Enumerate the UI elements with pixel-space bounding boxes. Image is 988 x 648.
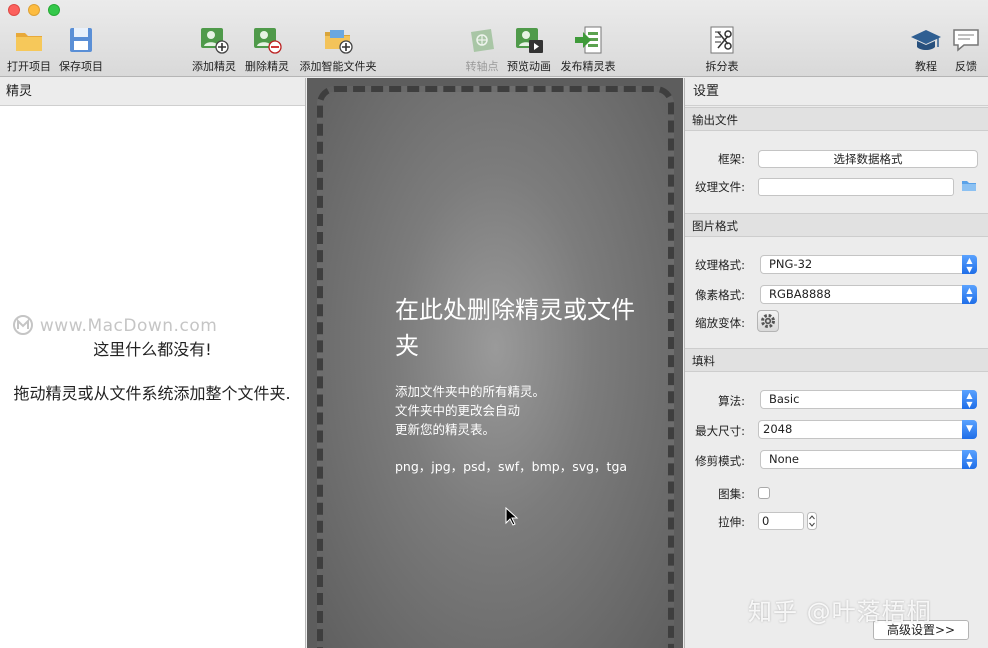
select-arrows-icon: ▲ ▼ — [962, 450, 977, 469]
chevron-down-icon: ▼ — [962, 420, 977, 439]
pivot-icon — [471, 29, 494, 52]
save-project-label: 保存项目 — [59, 60, 103, 73]
remove-sprite-icon — [254, 28, 282, 54]
folder-icon — [16, 33, 42, 51]
watermark-text: www.MacDown.com — [39, 316, 218, 336]
drop-zone-desc-line3: 更新您的精灵表。 — [395, 422, 496, 437]
tutorial-button[interactable]: 教程 — [908, 24, 944, 74]
preview-animation-label: 预览动画 — [507, 60, 551, 73]
mouse-cursor-icon — [505, 507, 519, 526]
smart-folder-icon — [325, 30, 353, 54]
algorithm-label: 算法: — [718, 394, 745, 408]
stretch-label: 拉伸: — [718, 515, 745, 529]
add-sprite-label: 添加精灵 — [192, 60, 236, 73]
zhihu-watermark: 知乎 @叶落梧桐 — [748, 598, 932, 626]
drop-zone-title: 在此处删除精灵或文件夹 — [395, 296, 635, 360]
drop-zone-desc-line2: 文件夹中的更改会自动 — [395, 403, 521, 418]
supported-formats: png，jpg，psd，swf，bmp，svg，tga — [395, 459, 628, 474]
add-sprite-icon — [201, 28, 229, 54]
add-smart-folder-button[interactable]: 添加智能文件夹 — [297, 24, 379, 74]
stretch-stepper[interactable] — [807, 512, 817, 530]
sprite-canvas[interactable]: 在此处删除精灵或文件夹 添加文件夹中的所有精灵。 文件夹中的更改会自动 更新您的… — [307, 78, 683, 648]
split-sheet-label: 拆分表 — [705, 60, 739, 73]
publish-icon — [575, 26, 602, 54]
gear-icon — [761, 314, 775, 328]
drop-zone[interactable]: 在此处删除精灵或文件夹 添加文件夹中的所有精灵。 文件夹中的更改会自动 更新您的… — [317, 86, 674, 648]
sprites-panel-header: 精灵 — [0, 78, 305, 106]
split-sheet-icon — [710, 26, 734, 54]
texture-file-label: 纹理文件: — [695, 180, 745, 194]
select-arrows-icon: ▲ ▼ — [962, 255, 977, 274]
trim-mode-value: None — [769, 452, 800, 466]
pixel-format-value: RGBA8888 — [769, 287, 831, 301]
algorithm-select[interactable]: Basic ▲ ▼ — [760, 390, 977, 409]
atlas-label: 图集: — [718, 487, 745, 501]
remove-sprite-label: 删除精灵 — [245, 60, 289, 73]
macdown-watermark: www.MacDown.com — [12, 314, 217, 336]
trim-mode-select[interactable]: None ▲ ▼ — [760, 450, 977, 469]
split-sheet-button[interactable]: 拆分表 — [702, 24, 742, 74]
pixel-format-label: 像素格式: — [695, 288, 745, 302]
pivot-label: 转轴点 — [465, 60, 499, 73]
texture-format-label: 纹理格式: — [695, 258, 745, 272]
empty-hint: 拖动精灵或从文件系统添加整个文件夹. — [13, 384, 291, 403]
watermark-logo-icon — [13, 315, 33, 335]
texture-format-value: PNG-32 — [769, 257, 813, 271]
max-size-combobox[interactable]: 2048 ▼ — [758, 420, 977, 439]
browse-folder-icon[interactable] — [961, 178, 977, 192]
algorithm-value: Basic — [769, 392, 800, 406]
max-size-label: 最大尺寸: — [695, 424, 745, 438]
add-sprite-button[interactable]: 添加精灵 — [191, 24, 237, 74]
stretch-input[interactable]: 0 — [758, 512, 804, 530]
image-format-section-header: 图片格式 — [685, 213, 988, 237]
pixel-format-select[interactable]: RGBA8888 ▲ ▼ — [760, 285, 977, 304]
publish-sprite-sheet-button[interactable]: 发布精灵表 — [559, 24, 617, 74]
remove-sprite-button[interactable]: 删除精灵 — [244, 24, 290, 74]
zoom-window-button[interactable] — [48, 4, 60, 16]
drop-zone-description: 添加文件夹中的所有精灵。 文件夹中的更改会自动 更新您的精灵表。 — [395, 382, 655, 439]
sprites-panel: 精灵 www.MacDown.com 这里什么都没有! 拖动精灵或从文件系统添加… — [0, 78, 306, 648]
texture-file-input[interactable] — [758, 178, 954, 196]
save-project-button[interactable]: 保存项目 — [58, 24, 104, 74]
settings-title: 设置 — [685, 78, 988, 106]
floppy-icon — [70, 28, 92, 52]
texture-format-select[interactable]: PNG-32 ▲ ▼ — [760, 255, 977, 274]
select-arrows-icon: ▲ ▼ — [962, 390, 977, 409]
feedback-label: 反馈 — [955, 60, 977, 73]
toolbar: 打开项目 保存项目 添加精灵 删除精灵 添加智能文件夹 转轴点 预览动画 发布精… — [0, 0, 988, 77]
close-window-button[interactable] — [8, 4, 20, 16]
add-smart-folder-label: 添加智能文件夹 — [299, 60, 377, 73]
publish-label: 发布精灵表 — [560, 60, 616, 73]
preview-animation-icon — [516, 28, 543, 53]
empty-title: 这里什么都没有! — [93, 340, 212, 359]
output-section-header: 输出文件 — [685, 107, 988, 131]
open-project-button[interactable]: 打开项目 — [6, 24, 52, 74]
scale-variants-label: 缩放变体: — [695, 316, 745, 330]
scale-variants-button[interactable] — [757, 310, 779, 332]
speech-bubble-icon — [953, 29, 979, 52]
select-arrows-icon: ▲ ▼ — [962, 285, 977, 304]
minimize-window-button[interactable] — [28, 4, 40, 16]
open-project-label: 打开项目 — [7, 60, 51, 73]
padding-section-header: 填料 — [685, 348, 988, 372]
framework-label: 框架: — [718, 152, 745, 166]
trim-mode-label: 修剪模式: — [695, 454, 745, 468]
feedback-button[interactable]: 反馈 — [948, 24, 984, 74]
pivot-button[interactable]: 转轴点 — [462, 24, 502, 74]
drop-zone-desc-line1: 添加文件夹中的所有精灵。 — [395, 384, 546, 399]
settings-panel: 设置 输出文件 框架: 选择数据格式 纹理文件: 图片格式 纹理格式: PNG-… — [684, 78, 988, 648]
preview-animation-button[interactable]: 预览动画 — [505, 24, 553, 74]
atlas-checkbox[interactable] — [758, 487, 770, 499]
graduation-cap-icon — [911, 30, 941, 50]
tutorial-label: 教程 — [915, 60, 937, 73]
max-size-value: 2048 — [763, 422, 793, 436]
choose-data-format-button[interactable]: 选择数据格式 — [758, 150, 978, 168]
